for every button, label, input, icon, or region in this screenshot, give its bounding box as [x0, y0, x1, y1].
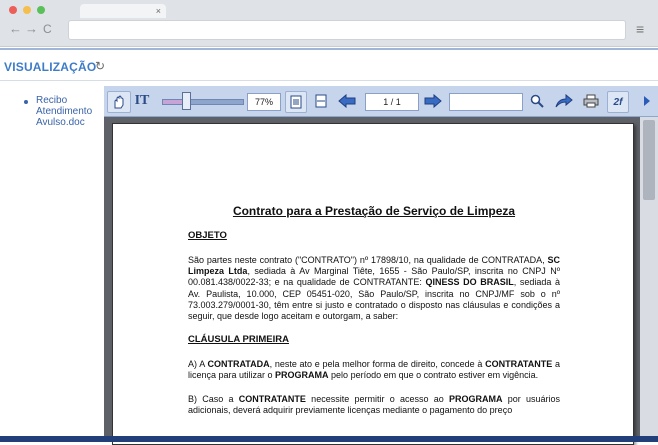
print-icon[interactable]	[580, 91, 602, 111]
fit-width-icon[interactable]	[312, 91, 330, 111]
browser-tab[interactable]: ×	[80, 4, 166, 18]
refresh-icon[interactable]: ↻	[95, 59, 105, 73]
close-window-dot[interactable]	[9, 6, 17, 14]
section-clausula-primeira: CLÁUSULA PRIMEIRA	[188, 334, 289, 346]
search-input[interactable]	[449, 93, 523, 111]
reload-icon[interactable]: C	[43, 21, 52, 37]
tab-close-icon[interactable]: ×	[156, 4, 161, 18]
search-icon[interactable]	[528, 91, 546, 111]
bottom-bar	[0, 436, 658, 442]
forward-icon[interactable]: →	[25, 21, 38, 37]
signature-icon[interactable]: 2f	[607, 91, 629, 113]
paragraph-a: A) A CONTRATADA, neste ato e pela melhor…	[188, 359, 560, 381]
list-bullet	[24, 100, 28, 104]
back-icon[interactable]: ←	[9, 21, 22, 37]
minimize-window-dot[interactable]	[23, 6, 31, 14]
maximize-window-dot[interactable]	[37, 6, 45, 14]
section-objeto: OBJETO	[188, 230, 227, 241]
share-icon[interactable]	[553, 91, 575, 111]
paragraph-partes: São partes neste contrato ("CONTRATO") n…	[188, 255, 560, 322]
zoom-slider-handle[interactable]	[182, 92, 191, 110]
more-right-icon[interactable]	[640, 91, 654, 111]
hand-tool-icon[interactable]	[107, 91, 131, 113]
viewer-scroll-thumb[interactable]	[643, 120, 655, 200]
header-rule	[0, 48, 658, 50]
browser-chrome: × ← → C ≡	[0, 0, 658, 47]
sidebar-item-document[interactable]: Recibo Atendimento Avulso.doc	[36, 95, 106, 128]
address-bar[interactable]	[68, 20, 626, 40]
zoom-slider[interactable]	[162, 99, 244, 105]
fit-page-icon[interactable]	[285, 91, 307, 113]
browser-menu-icon[interactable]: ≡	[636, 21, 644, 37]
paragraph-b: B) Caso a CONTRATANTE necessite permitir…	[188, 393, 561, 415]
previous-page-icon[interactable]	[336, 91, 358, 111]
zoom-field[interactable]: 77%	[247, 93, 281, 111]
header-divider	[0, 80, 658, 81]
text-select-icon[interactable]: IT	[134, 91, 150, 111]
document-content: Contrato para a Prestação de Serviço de …	[188, 204, 560, 428]
next-page-icon[interactable]	[422, 91, 444, 111]
page-number-field[interactable]: 1 / 1	[365, 93, 419, 111]
viewer-toolbar: IT 77% 1 / 1 2f	[104, 86, 658, 117]
document-title: Contrato para a Prestação de Serviço de …	[232, 204, 516, 218]
page-title: VISUALIZAÇÃO	[4, 60, 97, 74]
document-page: Contrato para a Prestação de Serviço de …	[112, 123, 634, 445]
